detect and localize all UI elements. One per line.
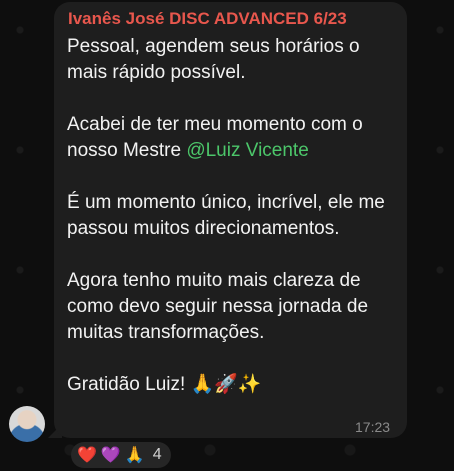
message-paragraph-5: Gratidão Luiz! 🙏🚀✨	[67, 374, 262, 395]
purple-heart-reaction-icon: 💜	[100, 447, 121, 464]
sender-avatar[interactable]	[9, 406, 45, 442]
message-paragraph-3: É um momento único, incrível, ele me pas…	[67, 192, 385, 239]
message-paragraph-4: Agora tenho muito mais clareza de como d…	[67, 270, 369, 343]
reaction-count: 4	[152, 446, 162, 463]
reactions-bar[interactable]: ❤️ 💜 🙏 4	[71, 442, 171, 468]
heart-reaction-icon: ❤️	[77, 447, 97, 464]
message-text: Pessoal, agendem seus horários o mais rá…	[67, 34, 402, 398]
sender-name[interactable]: Ivanês José DISC ADVANCED 6/23	[68, 9, 347, 29]
message-paragraph-1: Pessoal, agendem seus horários o mais rá…	[67, 36, 360, 83]
message-time: 17:23	[355, 419, 391, 435]
praying-hands-reaction-icon: 🙏	[124, 447, 145, 464]
mention-link[interactable]: @Luiz Vicente	[186, 140, 308, 161]
message-paragraph-2: Acabei de ter meu momento com o nosso Me…	[67, 112, 402, 164]
